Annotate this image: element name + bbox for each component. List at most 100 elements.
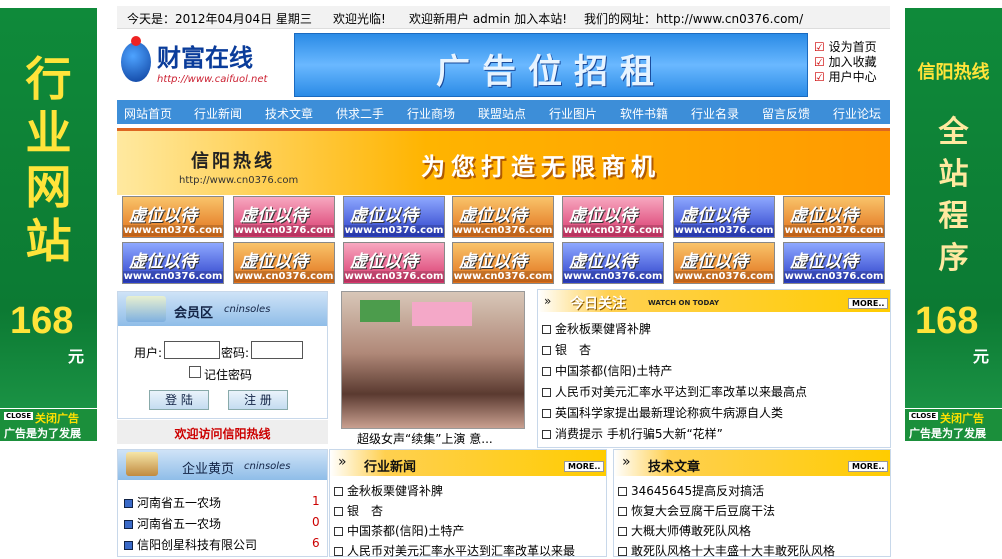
list-item[interactable]: 人民币对美元汇率水平达到汇率改革以来最 [334,542,575,559]
nav-item-mall[interactable]: 行业商场 [407,105,455,122]
logo-url: http://www.caifuol.net [157,74,268,85]
list-item[interactable]: 金秋板栗健肾补脾 [334,482,443,499]
ad-tile[interactable]: 虚位以待 www.cn0376.com [452,196,554,238]
photo-sign [360,300,400,322]
photo-sign [412,302,472,326]
nav-item-feedback[interactable]: 留言反馈 [762,105,810,122]
nav-item-software[interactable]: 软件书籍 [620,105,668,122]
check-icon: ☑ [814,55,825,69]
bullet-icon [124,541,133,550]
list-item[interactable]: 大概大师傅敢死队风格 [618,522,751,539]
tech-more-link[interactable]: MORE.. [848,461,889,472]
news-more-link[interactable]: MORE.. [564,461,605,472]
ad-tile[interactable]: 虚位以待 www.cn0376.com [673,196,775,238]
nav-item-images[interactable]: 行业图片 [549,105,597,122]
list-item[interactable]: 信阳创星科技有限公司 [124,536,257,553]
ad-tile[interactable]: 虚位以待 www.cn0376.com [122,196,224,238]
quick-link-favorite[interactable]: ☑ 加入收藏 [814,53,894,69]
member-subtitle: cninsoles [224,304,271,315]
item-count: 1 [312,494,320,508]
ad-tile[interactable]: 虚位以待 www.cn0376.com [343,196,445,238]
arrow-icon: » [544,294,552,308]
nav-item-directory[interactable]: 行业名录 [691,105,739,122]
list-item[interactable]: 敢死队风格十大丰盛十大丰敢死队风格 [618,542,835,559]
register-button[interactable]: 注 册 [228,390,288,410]
remember-checkbox[interactable] [189,366,201,378]
right-ad-close[interactable]: CLOSE 关闭广告 广告是为了发展 [905,408,1002,441]
list-item[interactable]: 中国茶都(信阳)土特产 [542,362,672,379]
ad-tile[interactable]: 虚位以待 www.cn0376.com [562,242,664,284]
left-ad-close[interactable]: CLOSE 关闭广告 广告是为了发展 [0,408,97,441]
today-more-link[interactable]: MORE.. [848,298,889,309]
nav-item-news[interactable]: 行业新闻 [194,105,242,122]
quick-link-user-center[interactable]: ☑ 用户中心 [814,68,894,84]
bullet-icon [542,325,551,334]
banner-url: http://www.cn0376.com [179,175,299,186]
bullet-icon [124,499,133,508]
banner-ad[interactable]: 广告位招租 [294,33,808,97]
current-date: 今天是：2012年04月04日 星期三 [127,12,312,26]
photo-caption[interactable]: 超级女声“续集”上演 意... [357,430,493,447]
ad-tile[interactable]: 虚位以待 www.cn0376.com [343,242,445,284]
nav-item-home[interactable]: 网站首页 [124,105,172,122]
check-icon: ☑ [814,70,825,84]
books-icon [126,296,166,322]
list-item[interactable]: 英国科学家提出最新理论称疯牛病源自人类 [542,404,783,421]
big-banner[interactable]: 信阳热线 http://www.cn0376.com 为您打造无限商机 [117,128,890,195]
welcome-text: 欢迎光临! [333,12,386,26]
bullet-icon [618,507,627,516]
today-title: 今日关注 [570,296,626,312]
username-input[interactable] [164,341,220,359]
welcome-message: 欢迎访问信阳热线 [174,427,271,441]
nav-item-forum[interactable]: 行业论坛 [833,105,881,122]
top-info-bar: 今天是：2012年04月04日 星期三 欢迎光临! 欢迎新用户 admin 加入… [117,6,890,29]
list-item[interactable]: 河南省五一农场 [124,494,221,511]
list-item[interactable]: 消费提示 手机行骗5大新“花样” [542,425,723,442]
list-item[interactable]: 金秋板栗健肾补脾 [542,320,651,337]
yellow-pages-box: 企业黄页 cninsoles 河南省五一农场 1 河南省五一农场 0 信阳创星科… [117,449,328,557]
ad-tile[interactable]: 虚位以待 www.cn0376.com [673,242,775,284]
list-item[interactable]: 银 杏 [542,341,591,358]
bullet-icon [542,430,551,439]
password-input[interactable] [251,341,303,359]
right-ad-price: 168 [915,300,979,342]
ad-tile[interactable]: 虚位以待 www.cn0376.com [233,242,335,284]
item-count: 0 [312,515,320,529]
list-item[interactable]: 中国茶都(信阳)土特产 [334,522,464,539]
right-ad-unit: 元 [973,347,990,366]
ad-tile[interactable]: 虚位以待 www.cn0376.com [233,196,335,238]
list-item[interactable]: 恢复大会豆腐干后豆腐干法 [618,502,775,519]
bullet-icon [334,487,343,496]
list-item[interactable]: 河南省五一农场 [124,515,221,532]
ad-note: 广告是为了发展 [4,427,81,440]
ad-tile[interactable]: 虚位以待 www.cn0376.com [783,242,885,284]
username-label: 用户: [134,346,163,360]
main-nav: 网站首页 行业新闻 技术文章 供求二手 行业商场 联盟站点 行业图片 软件书籍 … [117,100,890,124]
tech-articles-box: » 技术文章 MORE.. 34645645提高反对搞活 恢复大会豆腐干后豆腐干… [613,449,891,559]
quick-link-home[interactable]: ☑ 设为首页 [814,38,894,54]
right-side-ad[interactable]: 信阳热线 全站程序 168 元 CLOSE 关闭广告 广告是为了发展 [905,8,1002,441]
nav-item-tech[interactable]: 技术文章 [265,105,313,122]
list-item[interactable]: 银 杏 [334,502,383,519]
site-logo[interactable]: 财富在线 http://www.caifuol.net [117,34,289,92]
close-tag: CLOSE [4,412,34,420]
member-box: 会员区 cninsoles 用户: 密码: 记住密码 登 陆 注 册 [117,291,328,419]
ad-tile[interactable]: 虚位以待 www.cn0376.com [783,196,885,238]
banner-slogan: 为您打造无限商机 [421,153,661,181]
close-label[interactable]: 关闭广告 [35,410,79,426]
site-url-text[interactable]: 我们的网址：http://www.cn0376.com/ [584,10,803,27]
left-side-ad[interactable]: 行业网站 168 元 CLOSE 关闭广告 广告是为了发展 [0,8,97,441]
list-item[interactable]: 34645645提高反对搞活 [618,482,764,499]
ad-tile[interactable]: 虚位以待 www.cn0376.com [122,242,224,284]
login-button[interactable]: 登 陆 [149,390,209,410]
tech-title: 技术文章 [648,460,701,475]
today-focus-box: » 今日关注 WATCH ON TODAY MORE.. 金秋板栗健肾补脾 银 … [537,289,891,448]
bullet-icon [542,367,551,376]
close-label[interactable]: 关闭广告 [940,410,984,426]
ad-tile[interactable]: 虚位以待 www.cn0376.com [562,196,664,238]
nav-item-alliance[interactable]: 联盟站点 [478,105,526,122]
list-item[interactable]: 人民币对美元汇率水平达到汇率改革以来最高点 [542,383,807,400]
news-photo[interactable] [341,291,525,429]
ad-tile[interactable]: 虚位以待 www.cn0376.com [452,242,554,284]
nav-item-supply[interactable]: 供求二手 [336,105,384,122]
